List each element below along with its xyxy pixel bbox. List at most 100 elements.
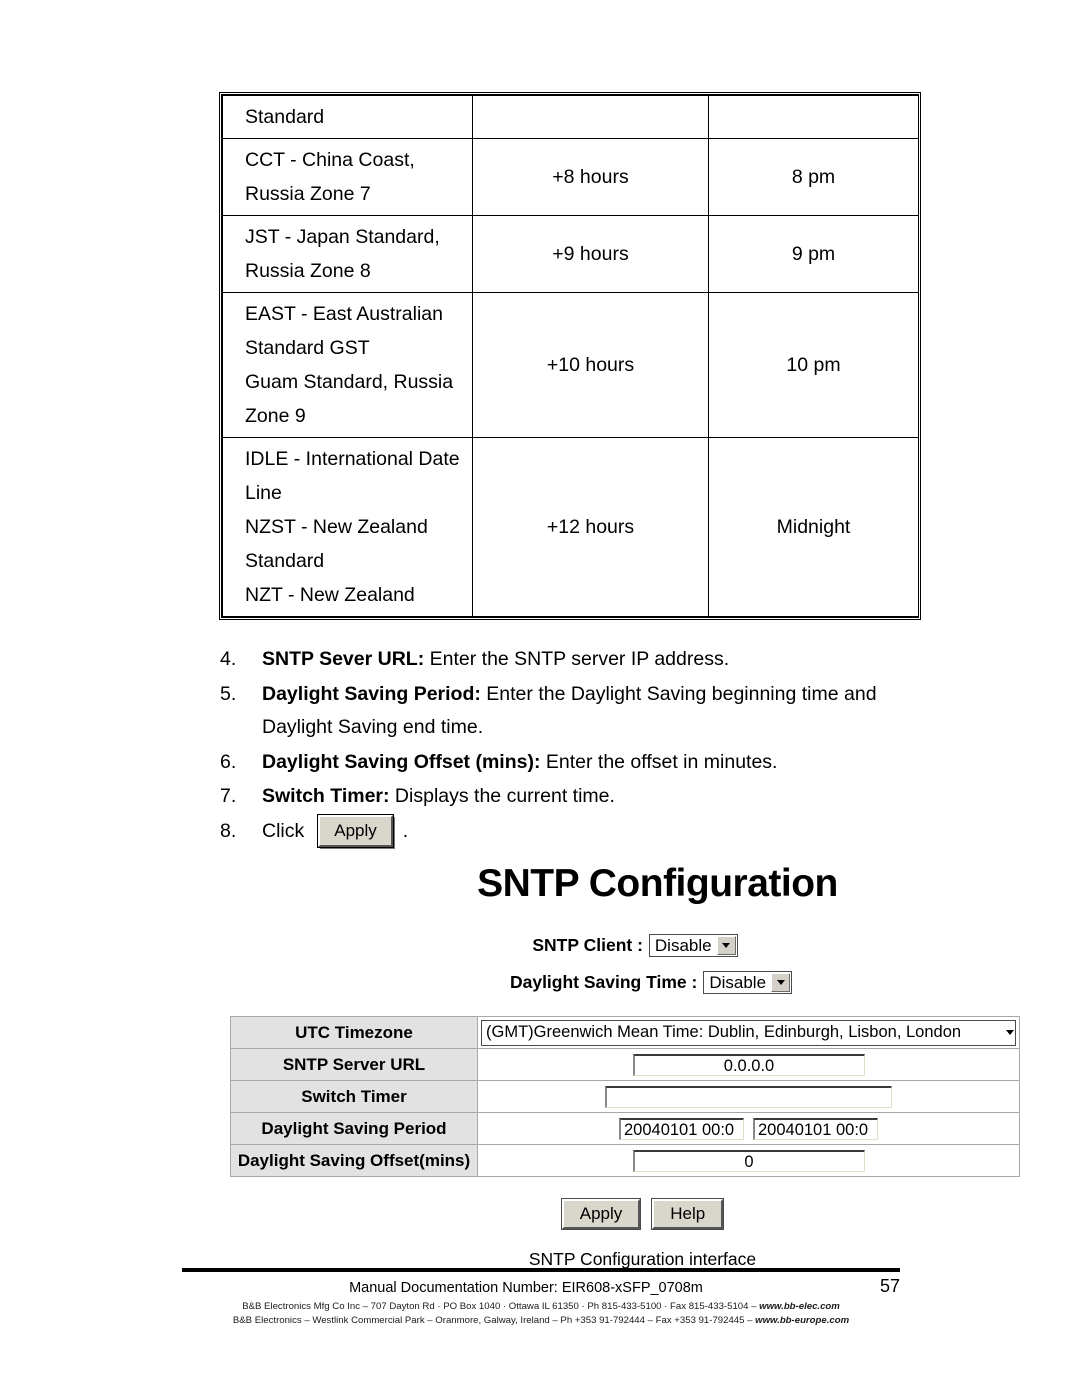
daylight-saving-time-select[interactable]: Disable (703, 971, 793, 994)
timezone-name-line: NZT - New Zealand (245, 584, 415, 606)
timezone-name-line: Russia Zone 8 (245, 260, 371, 282)
sntp-client-label: SNTP Client : (532, 935, 643, 955)
sntp-server-url-input[interactable]: 0.0.0.0 (632, 1053, 865, 1076)
daylight-saving-time-label: Daylight Saving Time : (509, 972, 698, 992)
footer-main-line: Manual Documentation Number: EIR608-xSFP… (182, 1276, 900, 1297)
daylight-saving-time-row: Daylight Saving Time : Disable (230, 971, 1030, 994)
step-term: Switch Timer: (262, 785, 390, 807)
footer-address-line-1: B&B Electronics Mfg Co Inc – 707 Dayton … (182, 1300, 900, 1314)
utc-timezone-value: (GMT)Greenwich Mean Time: Dublin, Edinbu… (486, 1023, 962, 1041)
list-item: 8. Click Apply . (220, 814, 940, 849)
switch-timer-label: Switch Timer (230, 1080, 478, 1113)
footer-address-text-2: B&B Electronics – Westlink Commercial Pa… (232, 1314, 756, 1326)
table-row: Standard (222, 95, 919, 139)
sntp-configuration-screenshot: SNTP Configuration SNTP Client : Disable… (230, 862, 1030, 1270)
help-button[interactable]: Help (651, 1198, 725, 1230)
sntp-client-select[interactable]: Disable (648, 934, 738, 957)
utc-timezone-label: UTC Timezone (230, 1016, 478, 1049)
switch-timer-input[interactable] (605, 1085, 892, 1108)
daylight-saving-end-input[interactable]: 20040101 00:0 (753, 1117, 878, 1140)
table-row: EAST - East Australian Standard GST Guam… (222, 292, 919, 438)
figure-caption: SNTP Configuration interface (528, 1249, 757, 1269)
sntp-settings-table: UTC Timezone (GMT)Greenwich Mean Time: D… (230, 1016, 1020, 1177)
step-number: 6. (220, 750, 237, 773)
timezone-name-line: Guam Standard, Russia (245, 371, 454, 393)
timezone-name-line: Standard (245, 550, 325, 572)
timezone-name-line: NZST - New Zealand (245, 516, 428, 538)
table-row: CCT - China Coast, Russia Zone 7 +8 hour… (222, 138, 919, 216)
step-description: Enter the offset in minutes. (540, 750, 778, 773)
table-row: Daylight Saving Period 20040101 00:0 200… (230, 1112, 1020, 1145)
table-row: SNTP Server URL 0.0.0.0 (230, 1048, 1020, 1081)
step-number: 4. (220, 648, 237, 670)
timezone-localtime-cell: 8 pm (708, 138, 919, 216)
list-item: 4. SNTP Sever URL: Enter the SNTP server… (220, 643, 940, 677)
step-text: Click Apply . (262, 814, 940, 849)
daylight-saving-start-input[interactable]: 20040101 00:0 (619, 1117, 744, 1140)
daylight-saving-time-value: Disable (709, 972, 767, 992)
step-term: Daylight Saving Offset (mins): (262, 750, 541, 773)
daylight-saving-period-label: Daylight Saving Period (230, 1112, 478, 1145)
sntp-server-url-cell: 0.0.0.0 (477, 1048, 1020, 1081)
timezone-table: Standard CCT - China Coast, Russia Zone … (222, 95, 919, 617)
form-button-row: Apply Help (230, 1198, 1030, 1230)
timezone-offset-cell: +12 hours (472, 437, 709, 617)
step-text: Daylight Saving Offset (mins): Enter the… (262, 746, 940, 780)
timezone-name-line: Line (245, 482, 282, 504)
step-description: Displays the current time. (389, 785, 615, 807)
timezone-name-line: Zone 9 (245, 405, 306, 427)
footer-address-block: B&B Electronics Mfg Co Inc – 707 Dayton … (182, 1300, 900, 1327)
step-text: SNTP Sever URL: Enter the SNTP server IP… (262, 643, 940, 677)
timezone-name-line: CCT - China Coast, (245, 149, 415, 171)
footer-url-2[interactable]: www.bb-europe.com (755, 1315, 849, 1326)
chevron-down-icon[interactable] (1006, 1030, 1014, 1035)
timezone-name-line: JST - Japan Standard, (245, 226, 440, 248)
timezone-names-cell: JST - Japan Standard, Russia Zone 8 (222, 215, 473, 293)
utc-timezone-cell: (GMT)Greenwich Mean Time: Dublin, Edinbu… (477, 1016, 1020, 1049)
table-row: Switch Timer (230, 1080, 1020, 1113)
timezone-names-cell: CCT - China Coast, Russia Zone 7 (222, 138, 473, 216)
step-term: Daylight Saving Period: (262, 682, 481, 705)
step-description: Enter the SNTP server IP address. (424, 648, 730, 670)
timezone-offset-cell: +9 hours (472, 215, 709, 293)
sntp-server-url-label: SNTP Server URL (230, 1048, 478, 1081)
sntp-client-row: SNTP Client : Disable (230, 934, 1030, 957)
step-number: 5. (220, 682, 237, 705)
step-description: Click (262, 819, 305, 842)
utc-timezone-select[interactable]: (GMT)Greenwich Mean Time: Dublin, Edinbu… (481, 1019, 1016, 1046)
timezone-names-cell: EAST - East Australian Standard GST Guam… (222, 292, 473, 438)
timezone-name-line: Standard GST (245, 337, 370, 359)
table-row: IDLE - International Date Line NZST - Ne… (222, 437, 919, 617)
timezone-localtime-cell: 10 pm (708, 292, 919, 438)
table-row: JST - Japan Standard, Russia Zone 8 +9 h… (222, 215, 919, 293)
timezone-offset-cell: +8 hours (472, 138, 709, 216)
daylight-saving-period-cell: 20040101 00:0 20040101 00:0 (477, 1112, 1020, 1145)
footer-url-1[interactable]: www.bb-elec.com (759, 1301, 840, 1312)
chevron-down-icon[interactable] (771, 973, 791, 992)
table-row: UTC Timezone (GMT)Greenwich Mean Time: D… (230, 1016, 1020, 1049)
step-text: Daylight Saving Period: Enter the Daylig… (262, 678, 940, 745)
timezone-names-cell: Standard (222, 95, 473, 139)
footer-doc-number: Manual Documentation Number: EIR608-xSFP… (349, 1280, 703, 1296)
list-item: 7. Switch Timer: Displays the current ti… (220, 780, 940, 814)
timezone-localtime-cell (708, 95, 919, 139)
switch-timer-cell (477, 1080, 1020, 1113)
timezone-name-line: IDLE - International Date (245, 448, 460, 470)
apply-button-inline[interactable]: Apply (317, 814, 394, 849)
step-term: SNTP Sever URL: (262, 648, 425, 670)
daylight-saving-offset-input[interactable]: 0 (632, 1149, 865, 1172)
timezone-name-line: Russia Zone 7 (245, 183, 371, 205)
daylight-saving-offset-cell: 0 (477, 1144, 1020, 1177)
chevron-down-icon[interactable] (716, 936, 736, 955)
timezone-name-line: Standard (245, 106, 325, 128)
step-text: Switch Timer: Displays the current time. (262, 780, 940, 814)
daylight-saving-offset-label: Daylight Saving Offset(mins) (230, 1144, 478, 1177)
timezone-table-container: Standard CCT - China Coast, Russia Zone … (219, 92, 921, 620)
list-item: 5. Daylight Saving Period: Enter the Day… (220, 678, 940, 745)
page-title: SNTP Configuration (477, 862, 838, 905)
table-row: Daylight Saving Offset(mins) 0 (230, 1144, 1020, 1177)
footer-address-line-2: B&B Electronics – Westlink Commercial Pa… (182, 1314, 900, 1328)
instruction-steps-list: 4. SNTP Sever URL: Enter the SNTP server… (220, 643, 940, 849)
apply-button[interactable]: Apply (560, 1198, 642, 1230)
list-item: 6. Daylight Saving Offset (mins): Enter … (220, 746, 940, 780)
